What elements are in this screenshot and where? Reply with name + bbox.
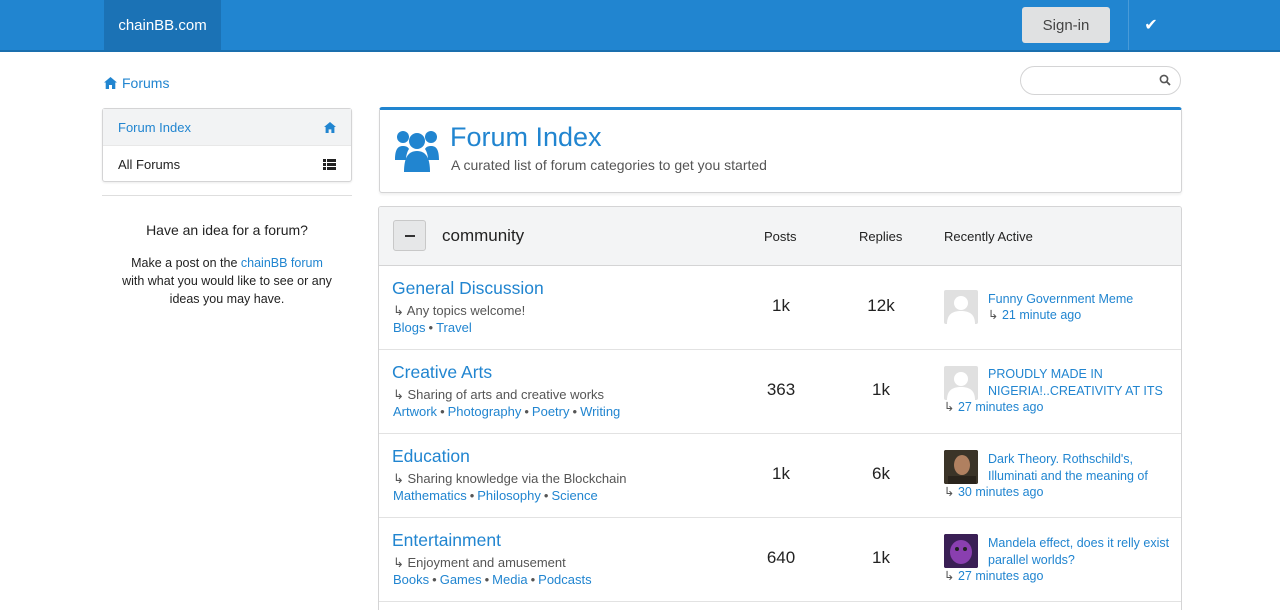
avatar[interactable] [944, 534, 978, 568]
minus-icon [404, 234, 415, 237]
top-navbar: chainBB.com Sign-in ✔ [0, 0, 1280, 52]
page-subtitle: A curated list of forum categories to ge… [451, 157, 767, 173]
sidebar-divider [102, 195, 352, 196]
idea-text: Make a post on the chainBB forum with wh… [102, 254, 352, 308]
tag-link[interactable]: Books [393, 572, 429, 587]
brand-logo-link[interactable]: chainBB.com [104, 0, 221, 50]
tag-link[interactable]: Philosophy [477, 488, 541, 503]
tag-link[interactable]: Games [440, 572, 482, 587]
forum-title-link[interactable]: General Discussion [392, 278, 544, 299]
recent-time-text: 27 minutes ago [957, 400, 1044, 414]
breadcrumb-label: Forums [122, 75, 170, 91]
tag-link[interactable]: Mathematics [393, 488, 467, 503]
forum-title-link[interactable]: Creative Arts [392, 362, 492, 383]
tag-link[interactable]: Travel [436, 320, 472, 335]
tag-link[interactable]: Poetry [532, 404, 570, 419]
replies-count: 6k [872, 464, 890, 483]
search-input[interactable] [1033, 67, 1163, 94]
idea-title: Have an idea for a forum? [146, 222, 308, 238]
sidebar-item-label: All Forums [118, 156, 181, 172]
forum-description: ↳ Sharing knowledge via the Blockchain [393, 471, 627, 486]
forum-row: Entertainment ↳ Enjoyment and amusement … [379, 518, 1181, 602]
avatar[interactable] [944, 450, 978, 484]
recent-post-time: ↳ 27 minutes ago [944, 569, 1044, 583]
category-header: community Posts Replies Recently Active [379, 207, 1181, 266]
posts-count: 363 [766, 380, 796, 399]
idea-text-before: Make a post on the [131, 256, 241, 270]
user-photo-icon [944, 450, 978, 484]
recent-post-link[interactable]: Funny Government Meme [988, 291, 1173, 308]
replies-count: 12k [867, 296, 895, 315]
forum-title-link[interactable]: Education [392, 446, 470, 467]
forum-description: ↳ Sharing of arts and creative works [393, 387, 605, 402]
forum-row: General Discussion ↳ Any topics welcome!… [379, 266, 1181, 350]
column-header-posts: Posts [764, 229, 797, 244]
posts-count: 640 [766, 548, 796, 567]
replies-count: 1k [872, 380, 890, 399]
sidebar-item-forum-index[interactable]: Forum Index [103, 109, 351, 146]
tag-link[interactable]: Media [492, 572, 527, 587]
home-icon [324, 121, 336, 133]
user-placeholder-icon [947, 372, 975, 400]
sidebar-item-label: Forum Index [118, 119, 191, 135]
recent-post-link[interactable]: Mandela effect, does it relly exist para… [988, 535, 1173, 569]
column-header-recently-active: Recently Active [944, 229, 1033, 244]
column-header-replies: Replies [859, 229, 903, 244]
recent-post-link[interactable]: PROUDLY MADE IN NIGERIA!..CREATIVITY AT … [988, 366, 1173, 400]
breadcrumb[interactable]: Forums [104, 75, 169, 91]
posts-count: 1k [772, 464, 790, 483]
tag-link[interactable]: Photography [448, 404, 522, 419]
chainbb-forum-link[interactable]: chainBB forum [241, 256, 323, 270]
forum-row: Education ↳ Sharing knowledge via the Bl… [379, 434, 1181, 518]
category-title: community [442, 226, 525, 245]
replies-count: 1k [872, 548, 890, 567]
check-icon[interactable]: ✔ [1140, 14, 1162, 36]
avatar[interactable] [944, 366, 978, 400]
forum-category-table: community Posts Replies Recently Active … [378, 206, 1182, 610]
forum-index-header: Forum Index A curated list of forum cate… [379, 107, 1182, 193]
recent-post-time: ↳ 30 minutes ago [944, 485, 1044, 499]
list-icon [323, 158, 336, 170]
forum-title-link[interactable]: Entertainment [392, 530, 501, 551]
tag-link[interactable]: Artwork [393, 404, 437, 419]
idea-text-after: with what you would like to see or any i… [122, 274, 332, 306]
forum-tags: Books • Games • Media • Podcasts [393, 572, 592, 587]
collapse-button[interactable] [393, 220, 426, 251]
forum-row: Creative Arts ↳ Sharing of arts and crea… [379, 350, 1181, 434]
page-title: Forum Index [450, 122, 602, 152]
recent-post-link[interactable]: Dark Theory. Rothschild's, Illuminati an… [988, 451, 1173, 485]
forum-idea-panel: Have an idea for a forum? Make a post on… [102, 222, 352, 308]
recent-time-text: 30 minutes ago [957, 485, 1044, 499]
user-placeholder-icon [947, 296, 975, 324]
sidebar-menu: Forum Index All Forums [102, 108, 352, 182]
tag-link[interactable]: Podcasts [538, 572, 591, 587]
home-icon [104, 77, 117, 89]
recent-time-text: 21 minute ago [1001, 308, 1082, 322]
sidebar-item-all-forums[interactable]: All Forums [103, 146, 351, 182]
tag-link[interactable]: Blogs [393, 320, 426, 335]
forum-tags: Artwork • Photography • Poetry • Writing [393, 404, 621, 419]
recent-post-time: ↳ 27 minutes ago [944, 400, 1044, 414]
sign-in-button[interactable]: Sign-in [1022, 7, 1110, 43]
recent-time-text: 27 minutes ago [957, 569, 1044, 583]
user-photo-icon [944, 534, 978, 568]
forum-description: ↳ Enjoyment and amusement [393, 555, 566, 570]
recent-post-time: ↳ 21 minute ago [988, 308, 1082, 322]
search-box [1020, 66, 1181, 95]
forum-tags: Blogs • Travel [393, 320, 472, 335]
forum-description: ↳ Any topics welcome! [393, 303, 526, 318]
navbar-divider [1128, 0, 1129, 50]
users-icon [395, 131, 439, 172]
search-icon[interactable] [1159, 74, 1171, 86]
tag-link[interactable]: Science [551, 488, 597, 503]
tag-link[interactable]: Writing [580, 404, 620, 419]
posts-count: 1k [772, 296, 790, 315]
forum-tags: Mathematics • Philosophy • Science [393, 488, 598, 503]
avatar[interactable] [944, 290, 978, 324]
